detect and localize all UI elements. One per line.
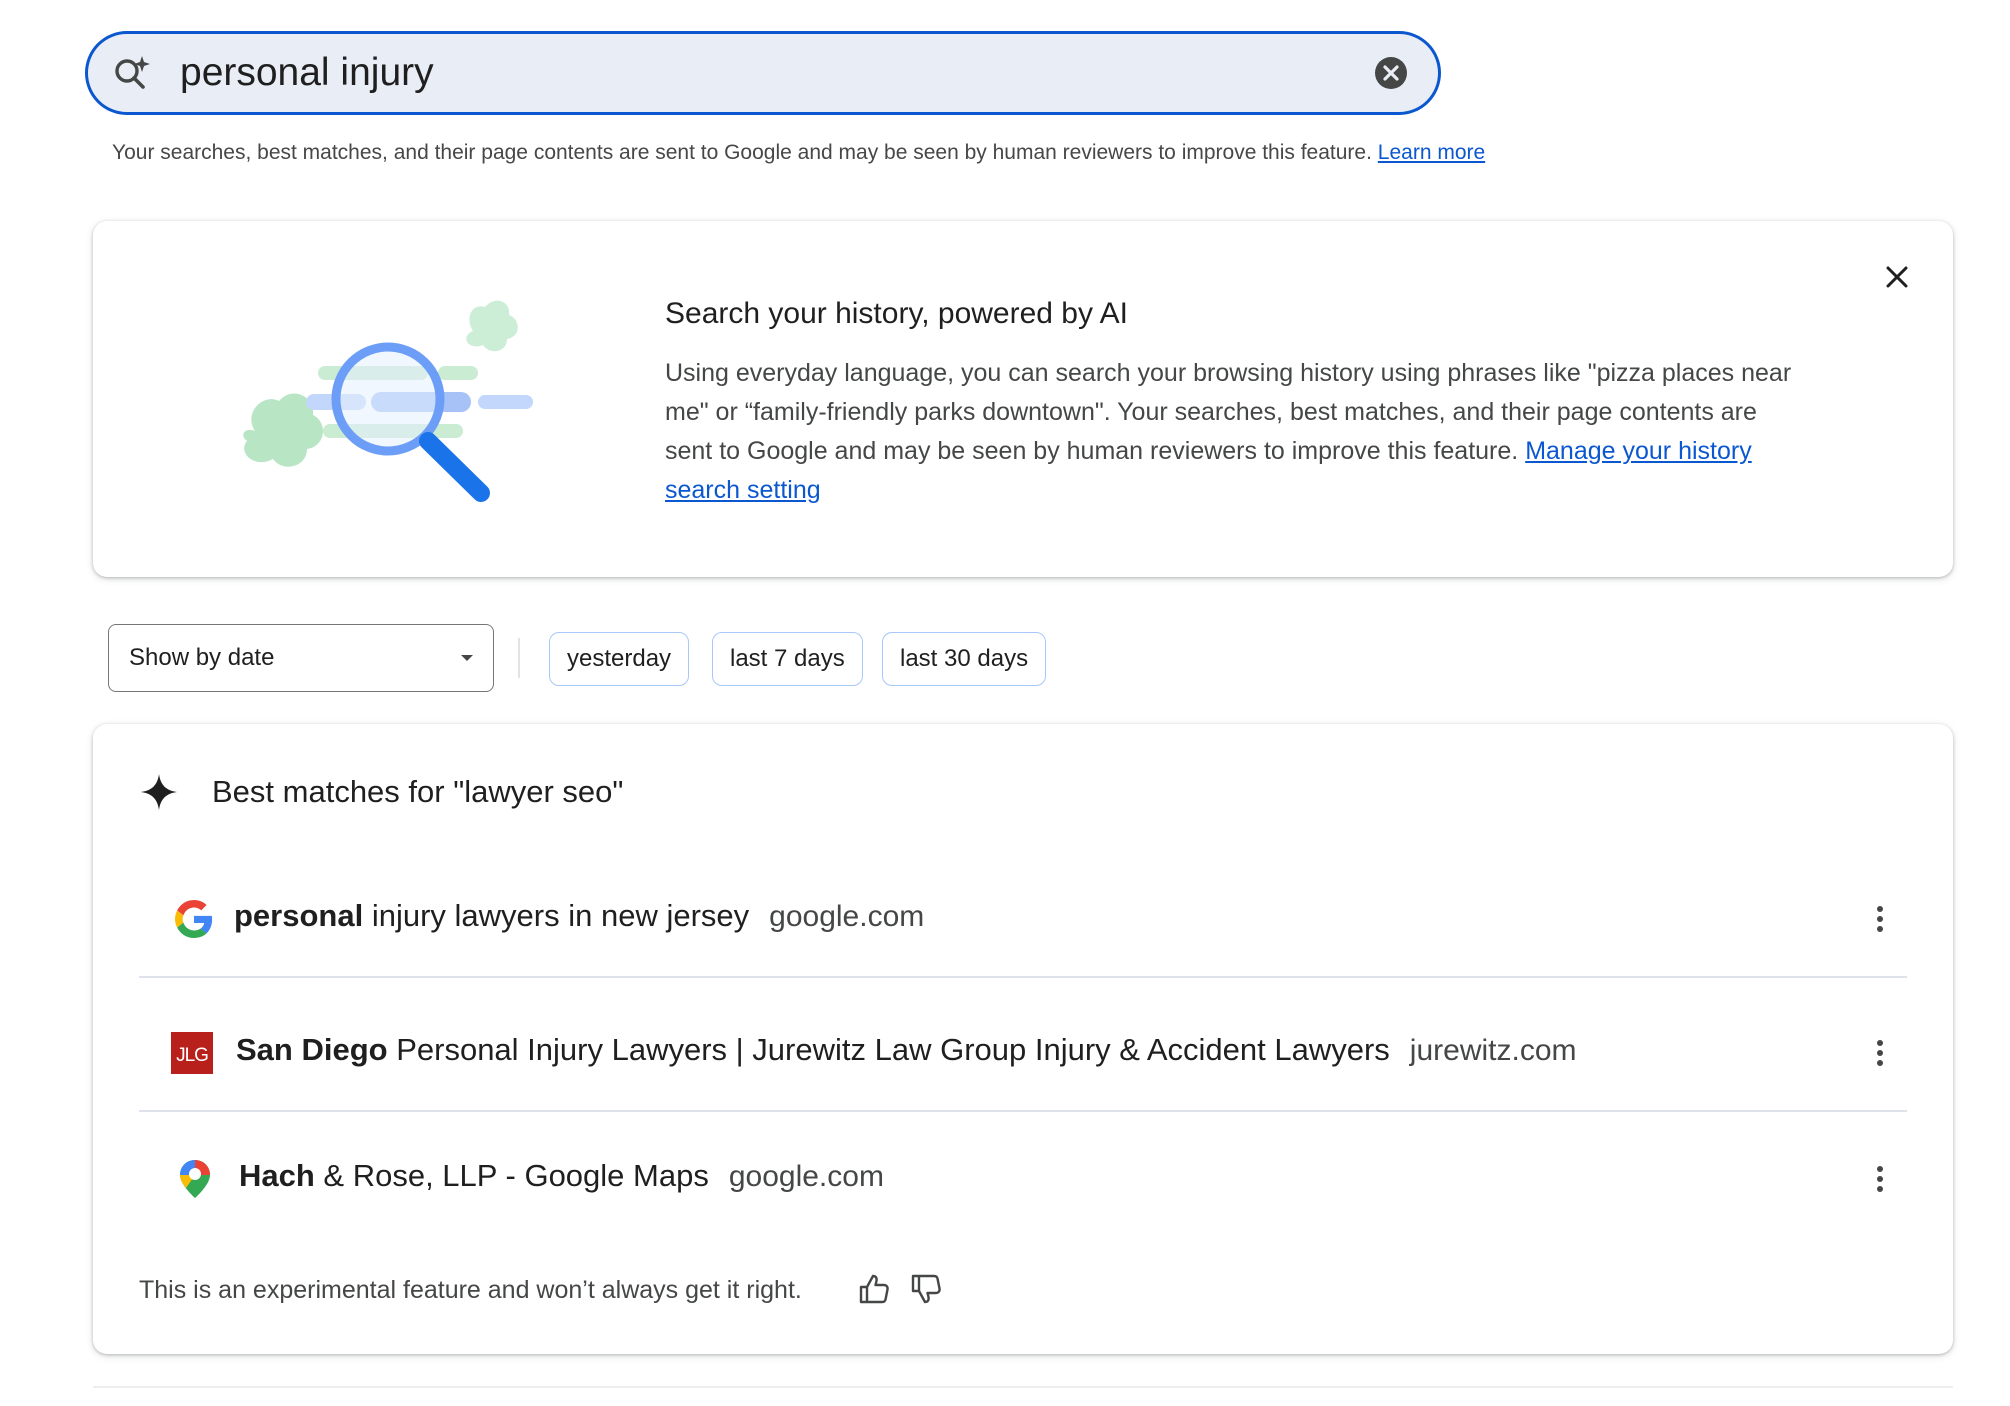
experimental-notice: This is an experimental feature and won’… — [139, 1276, 802, 1304]
chip-yesterday[interactable]: yesterday — [549, 632, 690, 686]
thumbs-up-icon[interactable] — [857, 1272, 891, 1306]
match-title-rest: injury lawyers in new jersey — [363, 898, 750, 933]
match-title-bold: personal — [234, 898, 364, 933]
sparkle-icon — [141, 774, 177, 810]
thumbs-down-icon[interactable] — [909, 1272, 943, 1306]
match-domain: jurewitz.com — [1409, 1034, 1577, 1067]
match-title: Hach & Rose, LLP - Google Maps google.com — [239, 1158, 884, 1194]
close-icon[interactable] — [1877, 257, 1917, 297]
best-matches-heading: Best matches for "lawyer seo" — [212, 774, 624, 809]
match-title-rest: Personal Injury Lawyers | Jurewitz Law G… — [387, 1032, 1390, 1067]
clear-search-icon[interactable] — [1374, 56, 1408, 90]
promo-title: Search your history, powered by AI — [665, 297, 1129, 330]
disclaimer-text: Your searches, best matches, and their p… — [112, 141, 1372, 164]
jlg-logo-icon: JLG — [171, 1032, 213, 1074]
search-box[interactable] — [85, 31, 1441, 115]
google-maps-pin-icon — [180, 1160, 210, 1198]
match-title: San Diego Personal Injury Lawyers | Jure… — [236, 1032, 1577, 1068]
magnifier-illustration-icon — [243, 300, 533, 502]
ai-search-icon[interactable] — [111, 53, 153, 95]
more-vert-icon[interactable] — [1865, 1036, 1895, 1070]
more-vert-icon[interactable] — [1865, 1162, 1895, 1196]
match-row[interactable]: Hach & Rose, LLP - Google Maps google.com — [139, 1124, 1907, 1234]
show-by-date-select[interactable]: Show by date — [108, 624, 494, 692]
row-divider — [139, 1110, 1907, 1112]
match-domain: google.com — [769, 900, 925, 933]
row-divider — [139, 976, 1907, 978]
match-title-rest: & Rose, LLP - Google Maps — [314, 1158, 709, 1193]
match-title-bold: Hach — [239, 1158, 315, 1193]
chip-last-30-days[interactable]: last 30 days — [882, 632, 1047, 686]
more-vert-icon[interactable] — [1865, 902, 1895, 936]
learn-more-link[interactable]: Learn more — [1378, 141, 1485, 164]
best-matches-card: Best matches for "lawyer seo" personal i… — [93, 724, 1953, 1354]
filter-divider — [518, 638, 520, 678]
match-title: personal injury lawyers in new jersey goo… — [234, 898, 924, 934]
match-domain: google.com — [728, 1160, 884, 1193]
match-row[interactable]: personal injury lawyers in new jersey goo… — [139, 864, 1907, 974]
match-title-bold: San Diego — [236, 1032, 388, 1067]
promo-body: Using everyday language, you can search … — [665, 354, 1795, 510]
jlg-logo-text: JLG — [176, 1045, 208, 1066]
chip-last-7-days[interactable]: last 7 days — [712, 632, 863, 686]
match-row[interactable]: JLG San Diego Personal Injury Lawyers | … — [139, 998, 1907, 1108]
google-g-icon — [175, 900, 213, 938]
ai-history-promo-card: Search your history, powered by AI Using… — [93, 221, 1953, 577]
search-input[interactable] — [180, 48, 1340, 98]
search-disclaimer: Your searches, best matches, and their p… — [112, 141, 1812, 165]
next-card-edge — [93, 1386, 1953, 1388]
select-value: Show by date — [129, 644, 275, 671]
history-search-page: Your searches, best matches, and their p… — [0, 0, 2010, 1406]
dropdown-arrow-icon — [461, 655, 473, 661]
